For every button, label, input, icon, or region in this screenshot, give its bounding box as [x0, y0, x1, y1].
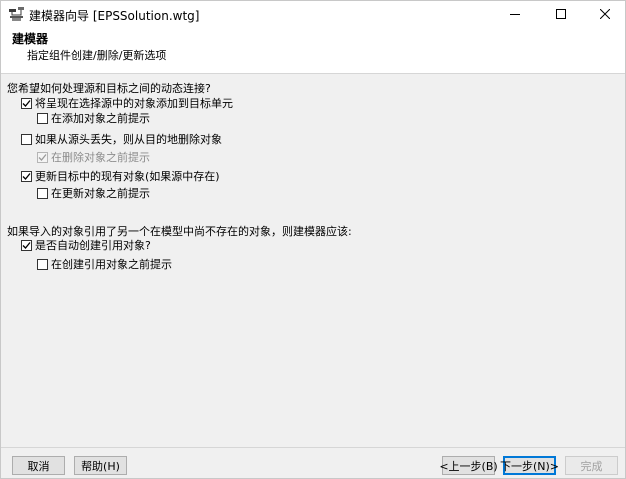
- add-objects-option[interactable]: 将呈现在选择源中的对象添加到目标单元: [21, 96, 233, 110]
- close-icon: [600, 9, 610, 19]
- checkmark-icon: [38, 153, 47, 161]
- prompt-before-add-checkbox[interactable]: [37, 112, 48, 124]
- help-button[interactable]: 帮助(H): [74, 456, 127, 475]
- wizard-header: 建模器 指定组件创建/删除/更新选项: [1, 27, 625, 74]
- header-title: 建模器: [12, 32, 49, 46]
- footer-divider: [1, 447, 625, 448]
- header-subtitle: 指定组件创建/删除/更新选项: [27, 49, 167, 62]
- prompt-before-update-checkbox[interactable]: [37, 187, 48, 199]
- back-button[interactable]: <上一步(B): [439, 456, 498, 475]
- cancel-button[interactable]: 取消: [12, 456, 65, 475]
- delete-missing-option[interactable]: 如果从源头丢失，则从目的地删除对象: [21, 132, 222, 146]
- prompt-before-update-label: 在更新对象之前提示: [51, 187, 150, 200]
- checkmark-icon: [22, 99, 31, 107]
- minimize-button[interactable]: [493, 1, 537, 27]
- prompt-before-add-label: 在添加对象之前提示: [51, 112, 150, 125]
- prompt-before-create-label: 在创建引用对象之前提示: [51, 258, 172, 271]
- prompt-before-create-option[interactable]: 在创建引用对象之前提示: [37, 257, 172, 271]
- checkmark-icon: [22, 241, 31, 249]
- wizard-window: 建模器向导 [EPSSolution.wtg] 建模器 指定组件创建/删除/更新…: [0, 0, 626, 479]
- prompt-before-update-option[interactable]: 在更新对象之前提示: [37, 186, 150, 200]
- update-existing-option[interactable]: 更新目标中的现有对象(如果源中存在): [21, 169, 220, 183]
- prompt-before-add-option[interactable]: 在添加对象之前提示: [37, 111, 150, 125]
- next-button[interactable]: 下一步(N)>: [500, 456, 559, 475]
- dynamic-connection-question: 您希望如何处理源和目标之间的动态连接?: [7, 82, 211, 95]
- auto-create-checkbox[interactable]: [21, 239, 32, 251]
- modeler-app-icon: [8, 6, 26, 22]
- auto-create-label: 是否自动创建引用对象?: [35, 239, 151, 252]
- update-existing-label: 更新目标中的现有对象(如果源中存在): [35, 170, 220, 183]
- prompt-before-delete-checkbox[interactable]: [37, 151, 48, 163]
- update-existing-checkbox[interactable]: [21, 170, 32, 182]
- title-bar[interactable]: 建模器向导 [EPSSolution.wtg]: [1, 1, 625, 27]
- delete-missing-label: 如果从源头丢失，则从目的地删除对象: [35, 133, 222, 146]
- add-objects-checkbox[interactable]: [21, 97, 32, 109]
- delete-missing-checkbox[interactable]: [21, 133, 32, 145]
- minimize-icon: [510, 14, 520, 15]
- maximize-button[interactable]: [539, 1, 583, 27]
- prompt-before-delete-option[interactable]: 在删除对象之前提示: [37, 150, 150, 164]
- add-objects-label: 将呈现在选择源中的对象添加到目标单元: [35, 97, 233, 110]
- prompt-before-create-checkbox[interactable]: [37, 258, 48, 270]
- close-button[interactable]: [583, 1, 625, 27]
- finish-button[interactable]: 完成: [565, 456, 618, 475]
- maximize-icon: [556, 9, 566, 19]
- window-title: 建模器向导 [EPSSolution.wtg]: [29, 9, 200, 23]
- prompt-before-delete-label: 在删除对象之前提示: [51, 151, 150, 164]
- auto-create-option[interactable]: 是否自动创建引用对象?: [21, 238, 151, 252]
- checkmark-icon: [22, 172, 31, 180]
